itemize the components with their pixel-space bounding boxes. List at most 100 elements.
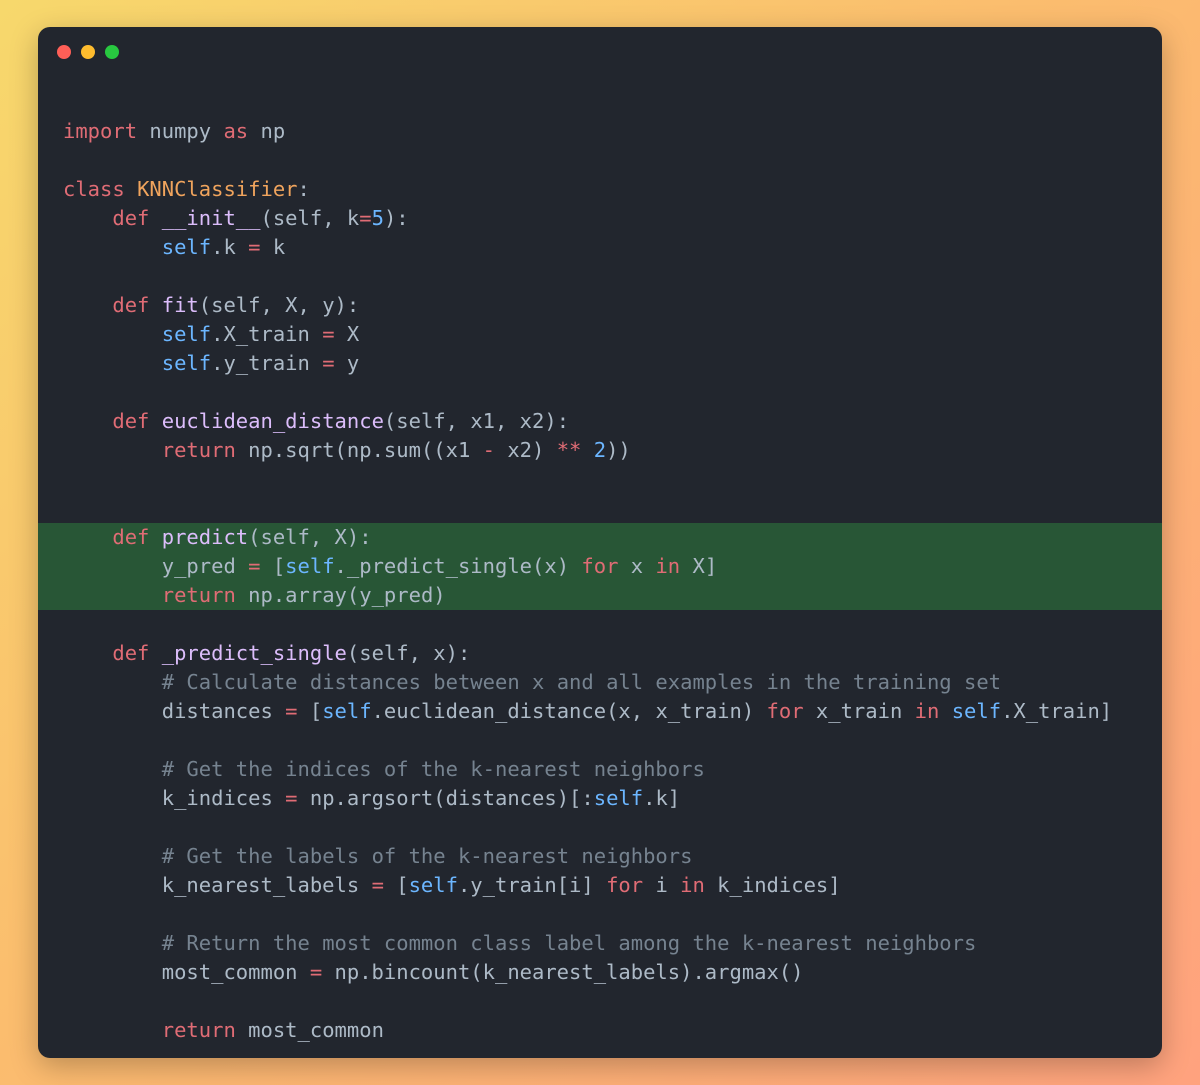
code-token-plain: k_indices — [63, 786, 286, 810]
code-line: def __init__(self, k=5): — [38, 204, 1162, 233]
code-token-fn: predict — [161, 525, 249, 549]
code-token-plain: ._predict_single(x) — [334, 554, 582, 578]
code-token-op: - — [482, 438, 495, 462]
code-token-keyword: def — [112, 641, 150, 665]
code-block: import numpy as np class KNNClassifier: … — [38, 117, 1162, 1045]
code-token-keyword: in — [914, 699, 940, 723]
minimize-dot-icon[interactable] — [81, 45, 95, 59]
code-token-plain: )) — [606, 438, 631, 462]
code-token-keyword: class — [63, 177, 125, 201]
code-token-plain: k_nearest_labels — [63, 873, 372, 897]
code-token-fn: fit — [161, 293, 199, 317]
close-dot-icon[interactable] — [57, 45, 71, 59]
code-token-plain: numpy — [137, 119, 224, 143]
code-token-plain: np.argsort(distances)[: — [297, 786, 594, 810]
code-line: # Get the indices of the k-nearest neigh… — [38, 755, 1162, 784]
code-token-self: self — [322, 699, 372, 723]
code-line: # Calculate distances between x and all … — [38, 668, 1162, 697]
code-token-self: self — [161, 235, 212, 259]
code-line-highlighted: return np.array(y_pred) — [38, 581, 1162, 610]
code-token-plain: x_train — [803, 699, 915, 723]
code-line: def euclidean_distance(self, x1, x2): — [38, 407, 1162, 436]
code-token-plain: (self, x): — [346, 641, 471, 665]
code-token-keyword: for — [606, 873, 644, 897]
code-token-keyword: in — [655, 554, 681, 578]
code-line: def _predict_single(self, x): — [38, 639, 1162, 668]
code-token-plain: .y_train — [211, 351, 323, 375]
code-token-op: = — [322, 351, 335, 375]
code-token-self: self — [408, 873, 458, 897]
code-token-plain: (self, k — [260, 206, 360, 230]
code-line: self.k = k — [38, 233, 1162, 262]
code-line: class KNNClassifier: — [38, 175, 1162, 204]
code-token-plain: np — [248, 119, 286, 143]
code-line: return most_common — [38, 1016, 1162, 1045]
code-token-plain: most_common — [63, 960, 310, 984]
code-token-keyword: def — [112, 409, 150, 433]
code-line: return np.sqrt(np.sum((x1 - x2) ** 2)) — [38, 436, 1162, 465]
code-line: most_common = np.bincount(k_nearest_labe… — [38, 958, 1162, 987]
code-token-plain: y — [334, 351, 360, 375]
code-token-op: ** — [556, 438, 582, 462]
code-token-plain: x — [618, 554, 656, 578]
code-token-op: = — [371, 873, 384, 897]
code-token-keyword: def — [112, 206, 150, 230]
code-token-comment: # Get the indices of the k-nearest neigh… — [161, 757, 705, 781]
code-token-cls: KNNClassifier — [137, 177, 298, 201]
code-token-plain: [ — [297, 699, 323, 723]
code-token-plain: most_common — [235, 1018, 384, 1042]
code-token-comment: # Calculate distances between x and all … — [161, 670, 1002, 694]
code-token-keyword: in — [680, 873, 705, 897]
code-line: import numpy as np — [38, 117, 1162, 146]
code-line: k_indices = np.argsort(distances)[:self.… — [38, 784, 1162, 813]
window-controls — [57, 45, 119, 59]
code-token-plain: np.sqrt(np.sum((x1 — [235, 438, 483, 462]
code-token-self: self — [285, 554, 335, 578]
code-token-plain: np.array(y_pred) — [235, 583, 446, 607]
code-token-plain: : — [297, 177, 310, 201]
code-line: distances = [self.euclidean_distance(x, … — [38, 697, 1162, 726]
code-token-plain: i — [643, 873, 681, 897]
code-token-keyword: as — [223, 119, 249, 143]
code-token-op: = — [322, 322, 335, 346]
code-token-plain: distances — [63, 699, 286, 723]
code-line: k_nearest_labels = [self.y_train[i] for … — [38, 871, 1162, 900]
code-token-keyword: return — [161, 1018, 236, 1042]
maximize-dot-icon[interactable] — [105, 45, 119, 59]
code-token-plain: .y_train[i] — [457, 873, 607, 897]
code-token-num: 2 — [593, 438, 607, 462]
code-line: def fit(self, X, y): — [38, 291, 1162, 320]
code-token-plain: X — [334, 322, 360, 346]
code-line: self.X_train = X — [38, 320, 1162, 349]
code-token-plain: [ — [383, 873, 409, 897]
code-token-plain: .X_train] — [1001, 699, 1113, 723]
code-token-plain: y_pred — [63, 554, 249, 578]
code-token-keyword: def — [112, 525, 150, 549]
code-window: import numpy as np class KNNClassifier: … — [38, 27, 1162, 1058]
code-token-fn: __init__ — [161, 206, 261, 230]
code-token-comment: # Return the most common class label amo… — [161, 931, 977, 955]
code-line-highlighted: y_pred = [self._predict_single(x) for x … — [38, 552, 1162, 581]
code-token-op: = — [309, 960, 323, 984]
